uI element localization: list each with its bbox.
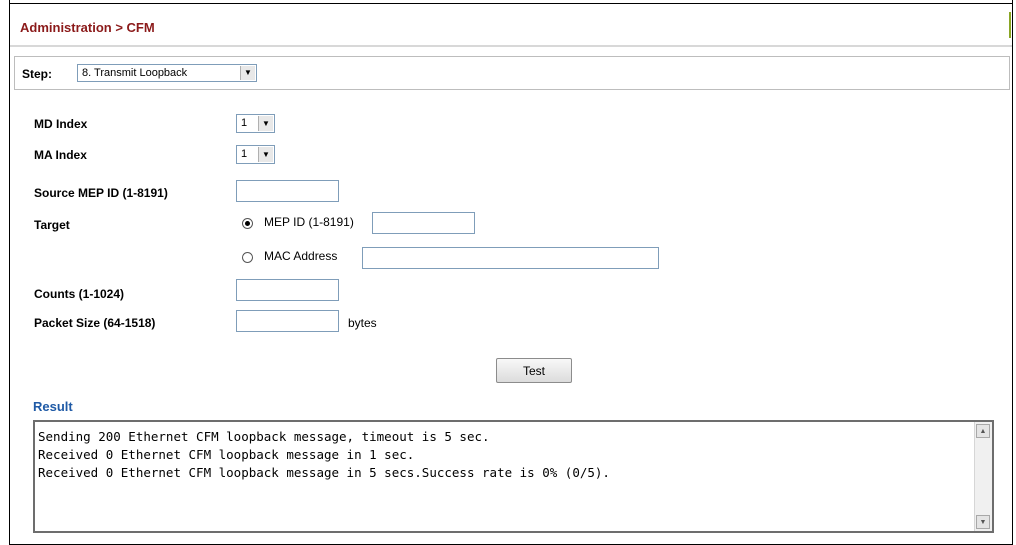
- target-mac-input[interactable]: [362, 247, 659, 269]
- packet-size-input[interactable]: [236, 310, 339, 332]
- arrow-down-icon[interactable]: ▼: [976, 515, 990, 529]
- page-title: Administration > CFM: [20, 20, 155, 35]
- step-select[interactable]: 8. Transmit Loopback ▼: [77, 64, 257, 82]
- ma-index-value: 1: [241, 148, 248, 160]
- counts-label: Counts (1-1024): [34, 287, 125, 301]
- result-textarea[interactable]: Sending 200 Ethernet CFM loopback messag…: [33, 420, 994, 533]
- step-bar: Step: 8. Transmit Loopback ▼: [14, 56, 1010, 90]
- step-select-value: 8. Transmit Loopback: [82, 67, 188, 79]
- packet-size-unit: bytes: [348, 316, 377, 330]
- result-line: Received 0 Ethernet CFM loopback message…: [38, 465, 610, 480]
- result-output: Sending 200 Ethernet CFM loopback messag…: [38, 428, 610, 482]
- title-divider: [10, 45, 1012, 47]
- arrow-up-icon[interactable]: ▲: [976, 424, 990, 438]
- target-mep-input[interactable]: [372, 212, 475, 234]
- source-mep-label: Source MEP ID (1-8191): [34, 186, 168, 200]
- md-index-label: MD Index: [34, 117, 88, 131]
- counts-input[interactable]: [236, 279, 339, 301]
- chevron-down-icon[interactable]: ▼: [258, 147, 273, 162]
- step-label: Step:: [22, 67, 52, 81]
- target-mep-label: MEP ID (1-8191): [264, 215, 354, 229]
- result-line: Sending 200 Ethernet CFM loopback messag…: [38, 429, 490, 444]
- accent-bar: [1009, 12, 1011, 38]
- target-label: Target: [34, 218, 70, 232]
- target-mac-radio[interactable]: [242, 252, 253, 263]
- ma-index-label: MA Index: [34, 148, 87, 162]
- md-index-select[interactable]: 1 ▼: [236, 114, 275, 133]
- result-title: Result: [33, 399, 73, 414]
- target-mac-label: MAC Address: [264, 249, 338, 263]
- target-mep-radio[interactable]: [242, 218, 253, 229]
- chevron-down-icon[interactable]: ▼: [258, 116, 273, 131]
- md-index-value: 1: [241, 117, 248, 129]
- result-scrollbar[interactable]: ▲ ▼: [974, 422, 992, 531]
- ma-index-select[interactable]: 1 ▼: [236, 145, 275, 164]
- packet-size-label: Packet Size (64-1518): [34, 316, 156, 330]
- chevron-down-icon[interactable]: ▼: [240, 66, 255, 80]
- source-mep-input[interactable]: [236, 180, 339, 202]
- result-line: Received 0 Ethernet CFM loopback message…: [38, 447, 415, 462]
- test-button[interactable]: Test: [496, 358, 572, 383]
